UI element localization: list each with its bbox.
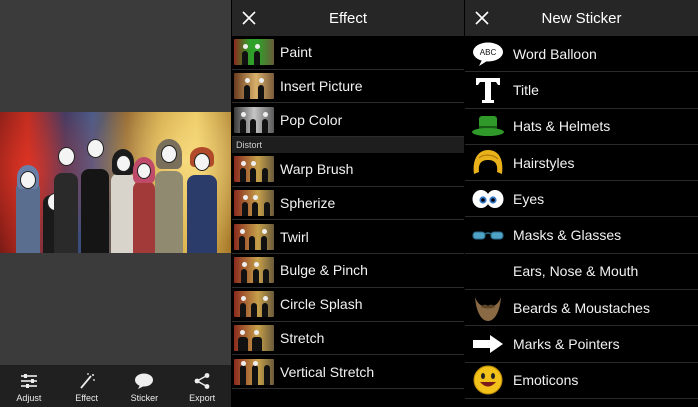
- effect-thumbnail: [234, 358, 274, 385]
- effect-item-paint[interactable]: Paint: [232, 36, 464, 70]
- effect-thumbnail: [234, 190, 274, 217]
- sticker-panel: New Sticker ABC Word Balloon Title Hats …: [465, 0, 698, 407]
- effect-thumbnail: [234, 106, 274, 133]
- adjust-label: Adjust: [16, 393, 42, 403]
- sticker-item-emoticons[interactable]: Emoticons: [465, 363, 698, 399]
- effect-thumbnail: [234, 73, 274, 100]
- effect-thumbnail: [234, 257, 274, 284]
- sticker-label: Eyes: [513, 190, 545, 207]
- sticker-label: Masks & Glasses: [513, 227, 622, 244]
- sticker-button[interactable]: Sticker: [116, 365, 174, 407]
- bottom-toolbar: Adjust Effect Sticker Export: [0, 365, 231, 407]
- effect-item-stretch[interactable]: Stretch: [232, 322, 464, 356]
- person-figure: [78, 129, 112, 253]
- sticker-header: New Sticker: [465, 0, 698, 36]
- close-icon[interactable]: [474, 10, 490, 26]
- sticker-label: Beards & Moustaches: [513, 299, 650, 316]
- effect-label: Twirl: [280, 228, 309, 245]
- cartoon-eyes-icon: [469, 184, 507, 214]
- effect-label: Warp Brush: [280, 161, 354, 178]
- person-figure: [50, 133, 80, 253]
- effect-label: Bulge & Pinch: [280, 262, 368, 279]
- sticker-item-title[interactable]: Title: [465, 72, 698, 109]
- effect-item-insert-picture[interactable]: Insert Picture: [232, 70, 464, 104]
- beard-icon: [469, 293, 507, 323]
- person-figure: [184, 137, 220, 253]
- effect-item-circle-splash[interactable]: Circle Splash: [232, 288, 464, 322]
- effect-panel: Effect Paint Insert Picture Pop Color Di…: [232, 0, 464, 407]
- sticker-item-word-balloon[interactable]: ABC Word Balloon: [465, 36, 698, 73]
- effect-thumbnail: [234, 291, 274, 318]
- adjust-button[interactable]: Adjust: [0, 365, 58, 407]
- word-balloon-text: ABC: [480, 48, 497, 57]
- sticker-label: Emoticons: [513, 372, 579, 389]
- effect-label: Pop Color: [280, 111, 343, 128]
- effect-thumbnail: [234, 39, 274, 66]
- speech-bubble-icon: [135, 373, 154, 389]
- empty-icon-slot: [469, 256, 507, 286]
- effect-thumbnail: [234, 324, 274, 351]
- smiley-icon: [469, 365, 507, 395]
- title-t-icon: [469, 75, 507, 105]
- editor-panel: Adjust Effect Sticker Export: [0, 0, 231, 407]
- magic-wand-icon: [79, 373, 95, 389]
- sticker-label: Word Balloon: [513, 45, 597, 62]
- effect-item-vertical-stretch[interactable]: Vertical Stretch: [232, 355, 464, 389]
- effect-label: Stretch: [280, 329, 325, 346]
- sliders-icon: [20, 374, 37, 388]
- effect-label: Circle Splash: [280, 296, 363, 313]
- effect-button[interactable]: Effect: [58, 365, 116, 407]
- sticker-label: Sticker: [130, 393, 159, 403]
- effect-item-bulge-pinch[interactable]: Bulge & Pinch: [232, 254, 464, 288]
- sticker-label: Hairstyles: [513, 154, 575, 171]
- effect-label: Spherize: [280, 195, 336, 212]
- sticker-label: Ears, Nose & Mouth: [513, 263, 639, 280]
- effect-label: Insert Picture: [280, 78, 363, 95]
- effect-thumbnail: [234, 223, 274, 250]
- sticker-item-marks-pointers[interactable]: Marks & Pointers: [465, 326, 698, 363]
- sticker-item-hats-helmets[interactable]: Hats & Helmets: [465, 109, 698, 145]
- effect-item-twirl[interactable]: Twirl: [232, 220, 464, 255]
- sticker-item-ears-nose-mouth[interactable]: Ears, Nose & Mouth: [465, 254, 698, 291]
- word-balloon-icon: ABC: [469, 39, 507, 69]
- green-hat-icon: [469, 111, 507, 141]
- person-figure: [14, 145, 42, 253]
- effect-label: Paint: [280, 44, 312, 61]
- export-button[interactable]: Export: [173, 365, 231, 407]
- sticker-item-beards-moustaches[interactable]: Beards & Moustaches: [465, 290, 698, 327]
- sticker-item-masks-glasses[interactable]: Masks & Glasses: [465, 217, 698, 254]
- photo-canvas[interactable]: [0, 112, 231, 253]
- effect-item-pop-color[interactable]: Pop Color: [232, 103, 464, 138]
- sticker-label: Marks & Pointers: [513, 336, 620, 353]
- person-figure: [152, 131, 186, 253]
- share-icon: [194, 373, 210, 389]
- close-icon[interactable]: [241, 10, 257, 26]
- effect-title: Effect: [328, 9, 368, 27]
- effect-label: Vertical Stretch: [280, 363, 375, 380]
- effect-label: Effect: [75, 393, 99, 403]
- effect-header: Effect: [232, 0, 464, 36]
- export-label: Export: [189, 393, 216, 403]
- section-header-distort: Distort: [232, 137, 464, 154]
- effect-item-warp-brush[interactable]: Warp Brush: [232, 153, 464, 187]
- sticker-item-hairstyles[interactable]: Hairstyles: [465, 145, 698, 182]
- sticker-item-eyes[interactable]: Eyes: [465, 181, 698, 218]
- effect-thumbnail: [234, 156, 274, 183]
- hair-icon: [469, 148, 507, 178]
- sticker-title: New Sticker: [541, 9, 622, 27]
- glasses-icon: [469, 220, 507, 250]
- sticker-label: Hats & Helmets: [513, 118, 611, 135]
- effect-item-spherize[interactable]: Spherize: [232, 187, 464, 221]
- arrow-pointer-icon: [469, 329, 507, 359]
- sticker-label: Title: [513, 81, 539, 98]
